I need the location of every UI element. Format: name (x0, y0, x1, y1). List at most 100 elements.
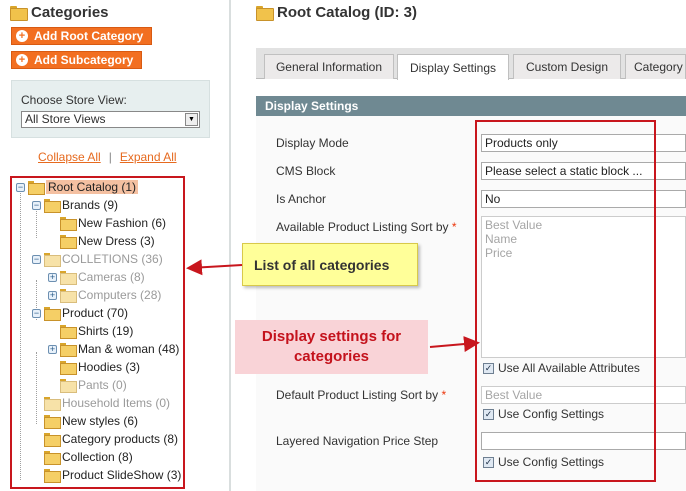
store-view-value: All Store Views (25, 112, 106, 126)
expand-node-icon[interactable]: + (48, 290, 57, 300)
tree-node-label[interactable]: Product SlideShow (3) (62, 468, 181, 482)
tree-node-label[interactable]: Category products (8) (62, 432, 178, 446)
tab-label: Custom Design (525, 60, 609, 74)
folder-icon (44, 307, 61, 321)
required-mark: * (441, 388, 447, 402)
tree-node-label[interactable]: Root Catalog (1) (46, 180, 139, 194)
tree-node[interactable]: New styles (6) (32, 413, 138, 429)
folder-icon (44, 199, 61, 213)
tree-guide-line (20, 190, 21, 480)
available-sort-label-text: Available Product Listing Sort by (276, 220, 449, 234)
collapse-node-icon[interactable]: − (32, 254, 41, 264)
tree-node[interactable]: New Dress (3) (48, 233, 155, 249)
collapse-all-link[interactable]: Collapse All (38, 150, 101, 164)
add-subcategory-button[interactable]: + Add Subcategory (11, 51, 143, 69)
store-view-select[interactable]: All Store Views ▼ (21, 111, 200, 128)
folder-icon (44, 253, 61, 267)
tree-controls: Collapse All | Expand All (38, 150, 177, 164)
tree-node[interactable]: + Man & woman (48) (48, 341, 179, 357)
dropdown-arrow-icon[interactable]: ▼ (185, 113, 198, 126)
folder-icon (44, 469, 61, 483)
tree-node-label[interactable]: COLLETIONS (36) (62, 252, 163, 266)
tree-node-label[interactable]: Shirts (19) (78, 324, 133, 338)
tree-node[interactable]: − Root Catalog (1) (16, 179, 139, 195)
tree-node-label[interactable]: Cameras (8) (78, 270, 145, 284)
folder-icon (60, 379, 77, 393)
tree-node-label[interactable]: New Dress (3) (78, 234, 155, 248)
is-anchor-label: Is Anchor (276, 192, 327, 206)
tree-node[interactable]: Category products (8) (32, 431, 178, 447)
tree-node[interactable]: + Computers (28) (48, 287, 161, 303)
add-root-category-button[interactable]: + Add Root Category (11, 27, 153, 45)
tab-display-settings[interactable]: Display Settings (397, 54, 509, 80)
folder-icon (60, 271, 77, 285)
category-sidebar: Categories + Add Root Category + Add Sub… (0, 0, 228, 491)
tree-node-label[interactable]: Man & woman (48) (78, 342, 179, 356)
collapse-node-icon[interactable]: − (16, 182, 25, 192)
collapse-node-icon[interactable]: − (32, 308, 41, 318)
required-mark: * (451, 220, 457, 234)
tree-node-label[interactable]: Collection (8) (62, 450, 133, 464)
tree-node[interactable]: Collection (8) (32, 449, 133, 465)
tree-node-label[interactable]: Household Items (0) (62, 396, 170, 410)
page-title: Root Catalog (ID: 3) (277, 4, 417, 21)
display-settings-highlight (475, 120, 656, 482)
category-header: Root Catalog (ID: 3) (256, 4, 417, 21)
expand-node-icon[interactable]: + (48, 344, 57, 354)
tree-node[interactable]: Product SlideShow (3) (32, 467, 181, 483)
tab-label: General Information (275, 60, 383, 74)
callout-text-line: categories (293, 348, 370, 365)
tree-node[interactable]: + Cameras (8) (48, 269, 145, 285)
tree-node[interactable]: − COLLETIONS (36) (32, 251, 163, 267)
expand-all-link[interactable]: Expand All (120, 150, 177, 164)
tree-node[interactable]: Hoodies (3) (48, 359, 140, 375)
tab-bar: General Information Display Settings Cus… (256, 48, 686, 80)
tree-node[interactable]: − Brands (9) (32, 197, 118, 213)
tree-node-label[interactable]: New styles (6) (62, 414, 138, 428)
folder-icon (60, 289, 77, 303)
tree-node[interactable]: Household Items (0) (32, 395, 170, 411)
callout-text: List of all categories (254, 256, 390, 273)
tree-node-label[interactable]: Hoodies (3) (78, 360, 140, 374)
panel-divider (229, 0, 231, 491)
tree-node-label[interactable]: New Fashion (6) (78, 216, 166, 230)
tab-label: Display Settings (409, 60, 497, 75)
tree-node[interactable]: Pants (0) (48, 377, 127, 393)
folder-icon (60, 217, 77, 231)
tab-label: Category (634, 60, 683, 74)
folder-icon (44, 433, 61, 447)
plus-icon: + (16, 30, 28, 42)
price-step-label: Layered Navigation Price Step (276, 434, 439, 448)
category-tree: − Root Catalog (1) − Brands (9) New Fashion … (10, 176, 185, 489)
categories-callout: List of all categories (242, 243, 418, 286)
available-sort-label: Available Product Listing Sort by * (276, 220, 457, 234)
expand-node-icon[interactable]: + (48, 272, 57, 282)
tree-node-label[interactable]: Computers (28) (78, 288, 161, 302)
tree-node[interactable]: − Product (70) (32, 305, 128, 321)
link-separator: | (108, 150, 112, 164)
categories-title: Categories (31, 4, 109, 21)
add-subcategory-label: Add Subcategory (34, 53, 134, 67)
folder-icon (60, 361, 77, 375)
default-sort-label-text: Default Product Listing Sort by (276, 388, 439, 402)
tree-node[interactable]: New Fashion (6) (48, 215, 166, 231)
folder-icon (60, 343, 77, 357)
folder-icon (10, 6, 28, 21)
tree-node-label[interactable]: Product (70) (62, 306, 128, 320)
default-sort-label: Default Product Listing Sort by * (276, 388, 446, 402)
store-view-label: Choose Store View: (21, 93, 127, 107)
tree-node-label[interactable]: Pants (0) (78, 378, 127, 392)
tree-node-label[interactable]: Brands (9) (62, 198, 118, 212)
tab-category[interactable]: Category (625, 54, 686, 79)
collapse-node-icon[interactable]: − (32, 200, 41, 210)
store-view-switcher: Choose Store View: All Store Views ▼ (11, 80, 210, 138)
folder-icon (256, 6, 274, 21)
plus-icon: + (16, 54, 28, 66)
folder-icon (44, 451, 61, 465)
folder-icon (44, 397, 61, 411)
tab-general-information[interactable]: General Information (264, 54, 394, 79)
categories-header: Categories (10, 4, 109, 21)
tree-node[interactable]: Shirts (19) (48, 323, 133, 339)
display-settings-callout: Display settings for categories (235, 320, 428, 374)
tab-custom-design[interactable]: Custom Design (513, 54, 621, 79)
